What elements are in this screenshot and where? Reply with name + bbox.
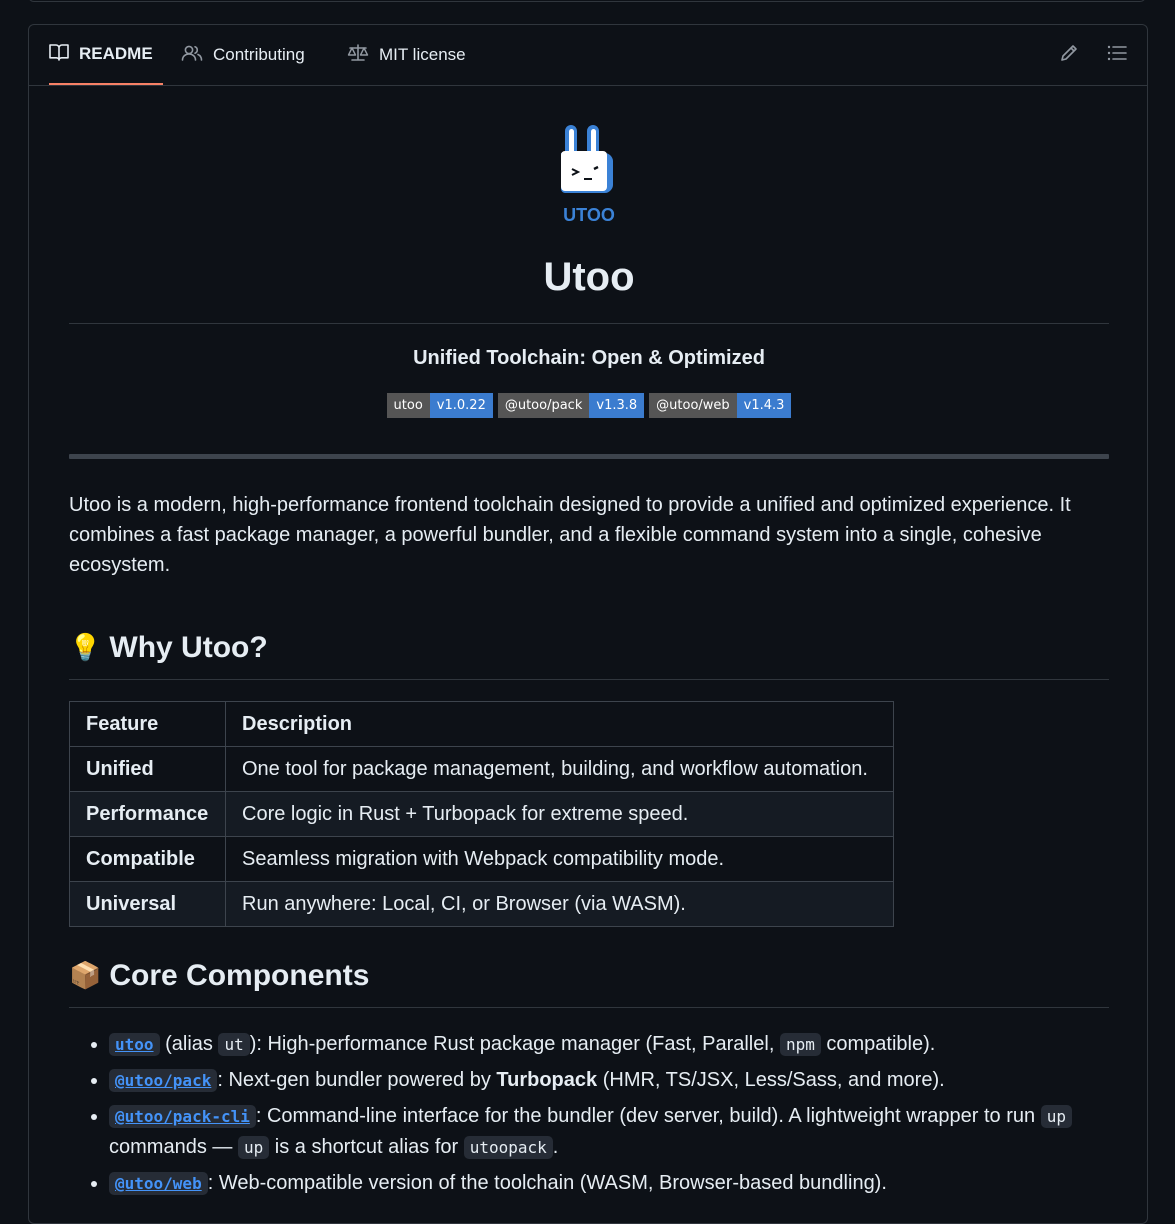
- list-text: : Command-line interface for the bundler…: [255, 1105, 1041, 1127]
- tab-mit-license[interactable]: MIT license: [347, 25, 466, 85]
- heading-why-utoo: 💡 Why Utoo?: [69, 631, 1109, 665]
- table-row: Performance Core logic in Rust + Turbopa…: [69, 791, 894, 837]
- readme-subtitle: Unified Toolchain: Open & Optimized: [413, 347, 765, 369]
- feature-cell: Performance: [69, 791, 226, 837]
- horizontal-rule: [69, 454, 1109, 459]
- page-title: Utoo: [543, 255, 635, 299]
- list-unordered-icon: [1107, 44, 1127, 67]
- list-text: ): High-performance Rust package manager…: [249, 1033, 780, 1055]
- people-icon: [181, 44, 213, 67]
- readme-panel: README Contributing MIT license UTOO Uto…: [28, 24, 1148, 1224]
- outline-button[interactable]: [1103, 41, 1131, 69]
- list-text: : Next-gen bundler powered by: [217, 1069, 497, 1091]
- link-utoo-web[interactable]: @utoo/web: [115, 1174, 202, 1193]
- inline-code: utoopack: [463, 1136, 553, 1159]
- version-badges: utoo v1.0.22 @utoo/pack v1.3.8 @utoo/web…: [69, 393, 1109, 418]
- list-text: .: [552, 1136, 559, 1158]
- heading-divider: [69, 1007, 1109, 1008]
- inline-code: ut: [218, 1033, 250, 1056]
- list-text: : Web-compatible version of the toolchai…: [207, 1172, 887, 1194]
- description-cell: Seamless migration with Webpack compatib…: [225, 836, 894, 882]
- list-item: @utoo/web : Web-compatible version of the…: [109, 1168, 1149, 1199]
- heading-text: Why Utoo?: [109, 631, 268, 664]
- utoo-logo: UTOO: [557, 123, 621, 227]
- badge-version: v1.4.3: [736, 393, 792, 418]
- badge-utoo-pack[interactable]: @utoo/pack v1.3.8: [497, 393, 645, 418]
- intro-paragraph: Utoo is a modern, high-performance front…: [69, 494, 1071, 576]
- badge-label: @utoo/pack: [497, 393, 590, 418]
- list-text: (HMR, TS/JSX, Less/Sass, and more).: [597, 1069, 945, 1091]
- inline-code: up: [1040, 1105, 1072, 1128]
- heading-divider: [69, 679, 1109, 680]
- table-row: Compatible Seamless migration with Webpa…: [69, 836, 894, 882]
- readme-tab-bar: README Contributing MIT license: [29, 25, 1147, 86]
- badge-utoo-web[interactable]: @utoo/web v1.4.3: [649, 393, 792, 418]
- list-text: commands —: [109, 1136, 238, 1158]
- badge-utoo[interactable]: utoo v1.0.22: [386, 393, 493, 418]
- link-utoo-pack[interactable]: @utoo/pack: [115, 1071, 211, 1090]
- previous-panel-edge: [28, 0, 1146, 2]
- table-header-row: Feature Description: [69, 701, 894, 747]
- inline-code: npm: [779, 1033, 821, 1056]
- book-icon: [49, 43, 79, 66]
- badge-version: v1.0.22: [429, 393, 493, 418]
- features-table: Feature Description Unified One tool for…: [69, 701, 894, 927]
- badge-label: utoo: [386, 393, 430, 418]
- title-divider: [69, 323, 1109, 324]
- feature-cell: Unified: [69, 746, 226, 792]
- tab-contributing[interactable]: Contributing: [181, 25, 305, 85]
- list-text: is a shortcut alias for: [269, 1136, 464, 1158]
- feature-cell: Compatible: [69, 836, 226, 882]
- column-header-feature: Feature: [69, 701, 226, 747]
- logo-wordmark: UTOO: [563, 205, 615, 225]
- heading-core-components: 📦 Core Components: [69, 959, 1109, 993]
- description-cell: Run anywhere: Local, CI, or Browser (via…: [225, 881, 894, 927]
- bold-text: Turbopack: [496, 1069, 598, 1091]
- table-row: Universal Run anywhere: Local, CI, or Br…: [69, 881, 894, 927]
- badge-version: v1.3.8: [589, 393, 645, 418]
- edit-file-button[interactable]: [1055, 41, 1083, 69]
- description-cell: One tool for package management, buildin…: [225, 746, 894, 792]
- tab-label: README: [79, 44, 153, 63]
- list-text: compatible).: [820, 1033, 936, 1055]
- tab-readme[interactable]: README: [49, 25, 163, 85]
- feature-cell: Universal: [69, 881, 226, 927]
- heading-text: Core Components: [109, 959, 370, 992]
- law-scale-icon: [347, 43, 379, 67]
- list-item: @utoo/pack-cli : Command-line interface f…: [109, 1101, 1149, 1163]
- badge-label: @utoo/web: [649, 393, 737, 418]
- pencil-icon: [1059, 43, 1079, 68]
- list-item: @utoo/pack: Next-gen bundler powered by …: [109, 1065, 1149, 1096]
- link-utoo-pack-cli[interactable]: @utoo/pack-cli: [115, 1107, 250, 1126]
- list-text: (alias: [159, 1033, 219, 1055]
- link-utoo[interactable]: utoo: [115, 1035, 154, 1054]
- inline-code: up: [237, 1136, 270, 1159]
- components-list: utoo (alias ut): High-performance Rust p…: [69, 1029, 1149, 1204]
- column-header-description: Description: [225, 701, 894, 747]
- description-cell: Core logic in Rust + Turbopack for extre…: [225, 791, 894, 837]
- package-icon: 📦: [69, 961, 102, 991]
- list-item: utoo (alias ut): High-performance Rust p…: [109, 1029, 1149, 1060]
- tab-label: Contributing: [213, 45, 305, 64]
- tab-label: MIT license: [379, 45, 466, 64]
- lightbulb-icon: 💡: [69, 633, 102, 663]
- table-row: Unified One tool for package management,…: [69, 746, 894, 792]
